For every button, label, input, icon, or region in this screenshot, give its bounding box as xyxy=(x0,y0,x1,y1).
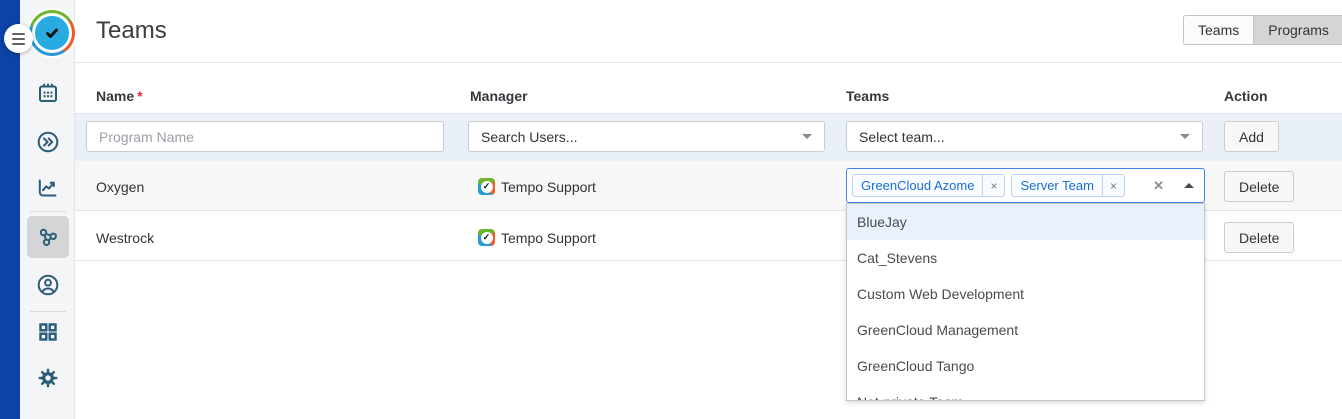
settings-gear-icon xyxy=(36,366,60,390)
report-chart-icon xyxy=(36,176,60,200)
toggle-programs-button[interactable]: Programs xyxy=(1253,16,1342,44)
account-icon xyxy=(36,273,60,297)
required-marker: * xyxy=(137,88,142,104)
sidebar-divider xyxy=(30,211,66,212)
chevron-down-icon xyxy=(1180,134,1190,139)
teams-dropdown-menu: BlueJay Cat_Stevens Custom Web Developme… xyxy=(846,203,1205,401)
sidebar-divider xyxy=(30,311,66,312)
toggle-teams-button[interactable]: Teams xyxy=(1184,16,1253,44)
sidebar-item-programs[interactable] xyxy=(36,225,60,249)
column-header-manager: Manager xyxy=(470,88,528,104)
teams-programs-page: Teams Teams Programs Name* Manager Teams… xyxy=(0,0,1342,419)
sidebar-item-settings[interactable] xyxy=(36,366,60,390)
manager-name: Tempo Support xyxy=(501,179,596,195)
header-divider xyxy=(75,62,1342,63)
manager-avatar: ✓ xyxy=(478,178,495,195)
dropdown-option[interactable]: BlueJay xyxy=(847,204,1204,240)
tempo-logo-check xyxy=(32,13,72,53)
teams-multiselect[interactable]: GreenCloud Azome × Server Team × ✕ xyxy=(846,168,1205,203)
manager-search-select[interactable]: Search Users... xyxy=(468,121,825,152)
column-header-teams: Teams xyxy=(846,88,889,104)
sidebar-item-reports[interactable] xyxy=(36,176,60,200)
delete-button[interactable]: Delete xyxy=(1224,222,1294,253)
calendar-icon xyxy=(36,81,60,105)
sidebar-item-apps[interactable] xyxy=(36,320,60,344)
column-header-action: Action xyxy=(1224,88,1268,104)
page-title: Teams xyxy=(96,17,167,45)
menu-icon xyxy=(12,33,25,35)
dropdown-option[interactable]: Custom Web Development xyxy=(847,276,1204,312)
manager-name: Tempo Support xyxy=(501,230,596,246)
clear-all-icon[interactable]: ✕ xyxy=(1153,178,1164,194)
team-tag: GreenCloud Azome × xyxy=(852,174,1005,197)
manager-avatar: ✓ xyxy=(478,229,495,246)
program-name-input[interactable] xyxy=(86,121,444,152)
programs-hierarchy-icon xyxy=(36,225,60,249)
apps-grid-icon xyxy=(36,320,60,344)
chevron-up-icon[interactable] xyxy=(1184,183,1194,188)
team-select[interactable]: Select team... xyxy=(846,121,1203,152)
dropdown-option[interactable]: GreenCloud Management xyxy=(847,312,1204,348)
skip-forward-icon xyxy=(36,130,60,154)
remove-tag-icon[interactable]: × xyxy=(1102,175,1124,196)
delete-button[interactable]: Delete xyxy=(1224,171,1294,202)
dropdown-option[interactable]: GreenCloud Tango xyxy=(847,348,1204,384)
program-name: Oxygen xyxy=(96,179,144,195)
team-tag: Server Team × xyxy=(1011,174,1124,197)
sidebar-item-account[interactable] xyxy=(36,273,60,297)
rail-accent-strip xyxy=(0,0,20,419)
menu-button[interactable] xyxy=(4,24,33,53)
dropdown-option[interactable]: Not-private Team xyxy=(847,384,1204,401)
add-button[interactable]: Add xyxy=(1224,121,1279,152)
dropdown-option[interactable]: Cat_Stevens xyxy=(847,240,1204,276)
sidebar-item-planner[interactable] xyxy=(36,130,60,154)
tempo-logo[interactable] xyxy=(29,10,75,56)
sidebar-item-calendar[interactable] xyxy=(36,81,60,105)
view-toggle: Teams Programs xyxy=(1183,15,1342,45)
column-header-name: Name* xyxy=(96,88,143,104)
program-name: Westrock xyxy=(96,230,154,246)
chevron-down-icon xyxy=(802,134,812,139)
remove-tag-icon[interactable]: × xyxy=(982,175,1004,196)
sidebar xyxy=(20,0,75,419)
